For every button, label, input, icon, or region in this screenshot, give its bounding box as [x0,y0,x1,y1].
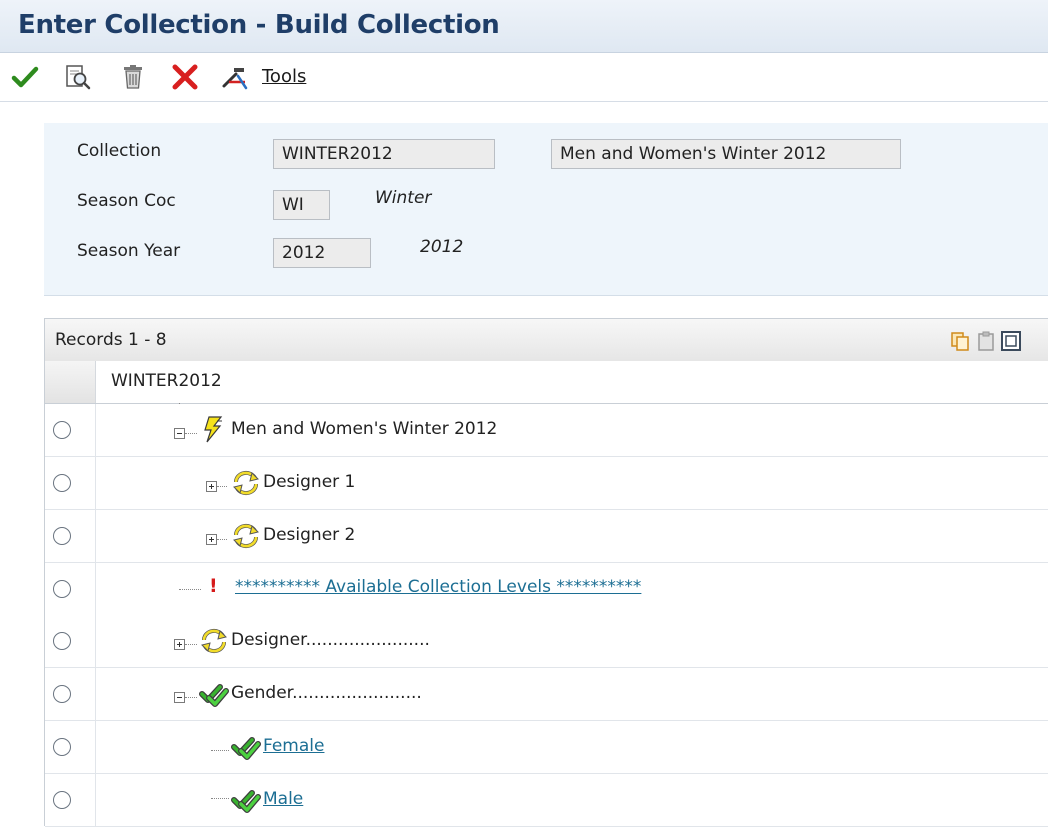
expand-toggle[interactable] [206,534,217,545]
season-year-field[interactable]: 2012 [273,238,371,268]
lightning-icon [204,416,223,443]
season-year-label: Season Year [77,241,181,261]
row-select-radio[interactable] [53,421,71,439]
find-icon[interactable] [62,62,92,92]
multi-check-icon [231,790,261,813]
tree-node-label[interactable]: Designer 2 [263,525,355,545]
table-row[interactable]: Male [45,774,1048,827]
tools-icon[interactable] [220,62,250,92]
paste-icon[interactable] [975,330,997,352]
window-title: Enter Collection - Build Collection [18,10,500,40]
row-select-radio[interactable] [53,738,71,756]
table-row[interactable]: Designer 1 [45,457,1048,510]
tree-connector [185,433,197,434]
column-header-winter2012[interactable]: WINTER2012 [111,371,222,391]
collapse-toggle[interactable] [174,692,185,703]
row-select-radio[interactable] [53,791,71,809]
tree-connector [185,644,197,645]
expand-toggle[interactable] [174,639,185,650]
table-row[interactable]: Designer....................... [45,615,1048,668]
row-select-radio[interactable] [53,474,71,492]
tree-connector [211,750,229,751]
select-all-cell[interactable] [45,361,96,403]
records-grid: Records 1 - 8 WINTER2012 Men and Women's… [44,318,1048,827]
season-code-field[interactable]: WI [273,190,330,220]
tree-node-label[interactable]: Men and Women's Winter 2012 [231,419,497,439]
refresh-icon [233,470,259,496]
table-row[interactable]: Female [45,721,1048,774]
collection-field[interactable]: WINTER2012 [273,139,495,169]
collection-label: Collection [77,141,162,161]
tree-node-label[interactable]: Designer 1 [263,472,355,492]
refresh-icon [201,628,227,654]
tree-node-label[interactable]: Male [263,789,303,809]
grid-header: Records 1 - 8 [45,318,1048,362]
table-row[interactable]: Designer 2 [45,510,1048,563]
season-year-description: 2012 [420,237,464,257]
maximize-icon[interactable] [1000,330,1022,352]
trash-icon[interactable] [118,62,148,92]
copy-icon[interactable] [949,330,971,352]
tools-menu-label: Tools [262,66,307,87]
close-icon[interactable] [170,62,200,92]
male-link[interactable]: Male [263,789,303,809]
toolbar [0,53,1048,102]
title-bar: Enter Collection - Build Collection [0,0,1048,53]
exclamation-icon: ! [209,575,218,597]
row-select-radio[interactable] [53,632,71,650]
table-row[interactable]: ! ********** Available Collection Levels… [45,563,1048,616]
checkmark-icon[interactable] [10,62,40,92]
multi-check-icon [231,737,261,760]
row-select-radio[interactable] [53,580,71,598]
tools-menu[interactable]: Tools [262,66,306,87]
tree-node-label[interactable]: Designer....................... [231,630,430,650]
season-code-label: Season Coc [77,191,176,211]
tree-connector [185,697,197,698]
multi-check-icon [199,684,229,707]
tree-node-label[interactable]: Gender........................ [231,683,422,703]
records-label: Records 1 - 8 [55,330,167,350]
table-row[interactable]: Gender........................ [45,668,1048,721]
collapse-toggle[interactable] [174,428,185,439]
column-header-row: WINTER2012 [45,361,1048,404]
tree-connector [217,539,227,540]
tree-node-label[interactable]: ********** Available Collection Levels *… [235,577,641,597]
table-row[interactable]: Men and Women's Winter 2012 [45,404,1048,457]
tree-connector [211,798,229,799]
refresh-icon [233,523,259,549]
tree-connector [217,486,227,487]
tree-connector [179,589,201,590]
season-code-description: Winter [375,188,432,208]
row-select-radio[interactable] [53,527,71,545]
female-link[interactable]: Female [263,736,324,756]
row-select-radio[interactable] [53,685,71,703]
expand-toggle[interactable] [206,481,217,492]
tree-node-label[interactable]: Female [263,736,324,756]
available-levels-link[interactable]: ********** Available Collection Levels *… [235,577,641,597]
collection-description-field: Men and Women's Winter 2012 [551,139,901,169]
